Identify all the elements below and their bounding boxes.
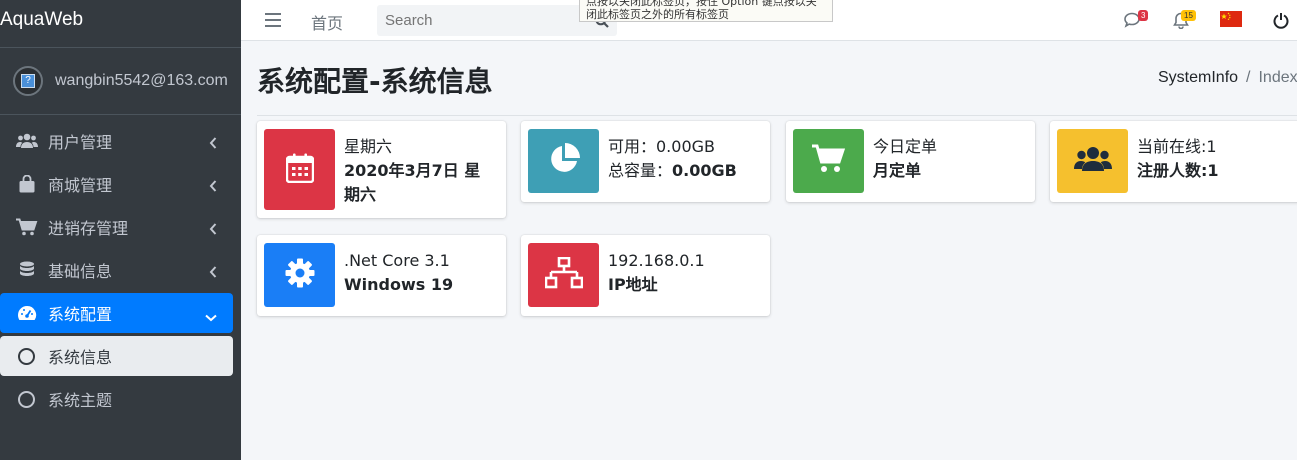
- sidebar-subitem-system-theme[interactable]: 系统主题: [0, 379, 233, 419]
- info-box-content: 今日定单 月定单: [873, 135, 1023, 183]
- notifications-badge: 15: [1181, 10, 1196, 21]
- tab-tooltip: 点按以关闭此标签页，按住 Option 键点按以关闭此标签页之外的所有标签页: [579, 0, 833, 22]
- info-box-icon: [528, 129, 599, 193]
- circle-icon: [18, 347, 35, 365]
- info-box-icon: [1057, 129, 1128, 193]
- shopping-bag-icon: [16, 175, 38, 193]
- sidebar-item-label: 基础信息: [48, 262, 113, 281]
- database-icon: [16, 261, 38, 279]
- power-icon[interactable]: [1273, 12, 1289, 33]
- info-box-number: IP地址: [608, 275, 658, 294]
- info-box-content: 192.168.0.1 IP地址: [608, 249, 758, 297]
- info-box-users: 当前在线:1 注册人数:1: [1050, 121, 1297, 202]
- calendar-icon: [285, 153, 314, 187]
- user-panel: ? wangbin5542@163.com: [0, 48, 241, 115]
- page-title: 系统配置-系统信息: [257, 65, 493, 98]
- info-box-text: 192.168.0.1: [608, 251, 705, 270]
- chevron-left-icon: [209, 177, 217, 196]
- sidebar-subitem-label: 系统主题: [48, 391, 113, 410]
- cart-icon: [811, 144, 846, 178]
- avatar-placeholder-icon: ?: [21, 74, 35, 88]
- info-box-text: 今日定单: [873, 137, 938, 156]
- info-box-icon: [793, 129, 864, 193]
- sidebar-nav: 用户管理 商城管理 进销存管理 基础信息 系统配置 系统信息 系统主题: [0, 115, 241, 419]
- info-box-number: 月定单: [873, 161, 922, 180]
- info-box-number: 注册人数:1: [1137, 161, 1219, 180]
- sidebar-subitem-system-info[interactable]: 系统信息: [0, 336, 233, 376]
- info-box-number: 0.00GB: [672, 161, 737, 180]
- info-box-content: 当前在线:1 注册人数:1: [1137, 135, 1287, 183]
- info-box-number: 2020年3月7日 星期六: [344, 161, 481, 204]
- sidebar-item-label: 进销存管理: [48, 219, 129, 238]
- brand-link[interactable]: AquaWeb: [0, 0, 241, 48]
- gear-icon: [285, 258, 315, 292]
- info-box-content: .Net Core 3.1 Windows 19: [344, 249, 494, 297]
- avatar: ?: [13, 66, 43, 96]
- chevron-left-icon: [209, 263, 217, 282]
- sidebar-item-inventory[interactable]: 进销存管理: [0, 207, 233, 247]
- user-name[interactable]: wangbin5542@163.com: [55, 72, 228, 90]
- sidebar: AquaWeb ? wangbin5542@163.com 用户管理 商城管理 …: [0, 0, 241, 460]
- top-navbar: 首页 点按以关闭此标签页，按住 Option 键点按以关闭此标签页之外的所有标签…: [241, 0, 1297, 41]
- info-box-text: 星期六: [344, 137, 393, 156]
- info-box-content: 可用：0.00GB 总容量：0.00GB: [608, 135, 758, 183]
- chevron-left-icon: [209, 220, 217, 239]
- sidebar-item-system-config[interactable]: 系统配置: [0, 293, 233, 333]
- circle-icon: [18, 390, 35, 408]
- breadcrumb: SystemInfo / Index: [1158, 69, 1297, 87]
- header-divider: [257, 115, 1297, 116]
- info-box-text: 当前在线:1: [1137, 137, 1217, 156]
- breadcrumb-item[interactable]: SystemInfo: [1158, 69, 1238, 86]
- messages-badge: 3: [1138, 10, 1149, 21]
- info-box-label: 总容量：: [608, 161, 673, 180]
- sidebar-item-users[interactable]: 用户管理: [0, 121, 233, 161]
- info-box-date: 星期六 2020年3月7日 星期六: [257, 121, 506, 218]
- sidebar-item-basic-info[interactable]: 基础信息: [0, 250, 233, 290]
- sidebar-item-label: 用户管理: [48, 133, 113, 152]
- sidebar-subitem-label: 系统信息: [48, 348, 113, 367]
- home-link[interactable]: 首页: [311, 10, 343, 34]
- brand-text: AquaWeb: [0, 8, 84, 30]
- info-box-platform: .Net Core 3.1 Windows 19: [257, 235, 506, 316]
- search-input[interactable]: [377, 5, 587, 36]
- dashboard-icon: [16, 304, 38, 322]
- network-icon: [544, 256, 583, 293]
- sidebar-item-label: 商城管理: [48, 176, 113, 195]
- china-flag-icon[interactable]: [1220, 11, 1242, 31]
- breadcrumb-separator: /: [1246, 69, 1251, 86]
- info-box-orders: 今日定单 月定单: [786, 121, 1035, 202]
- info-box-text: .Net Core 3.1: [344, 251, 450, 270]
- info-box-content: 星期六 2020年3月7日 星期六: [344, 135, 494, 207]
- menu-icon[interactable]: [265, 12, 281, 31]
- info-box-number: Windows 19: [344, 275, 454, 294]
- breadcrumb-current: Index: [1258, 69, 1297, 86]
- info-box-icon: [264, 243, 335, 307]
- chevron-down-icon: [205, 307, 217, 326]
- pie-chart-icon: [548, 143, 580, 179]
- info-box-text: 可用：0.00GB: [608, 137, 716, 156]
- sidebar-item-mall[interactable]: 商城管理: [0, 164, 233, 204]
- cart-icon: [16, 218, 38, 236]
- info-box-icon: [264, 129, 335, 210]
- chevron-left-icon: [209, 134, 217, 153]
- info-box-disk: 可用：0.00GB 总容量：0.00GB: [521, 121, 770, 202]
- sidebar-item-label: 系统配置: [48, 305, 113, 324]
- info-box-ip: 192.168.0.1 IP地址: [521, 235, 770, 316]
- users-icon: [1073, 146, 1112, 176]
- info-box-icon: [528, 243, 599, 307]
- users-icon: [16, 132, 38, 150]
